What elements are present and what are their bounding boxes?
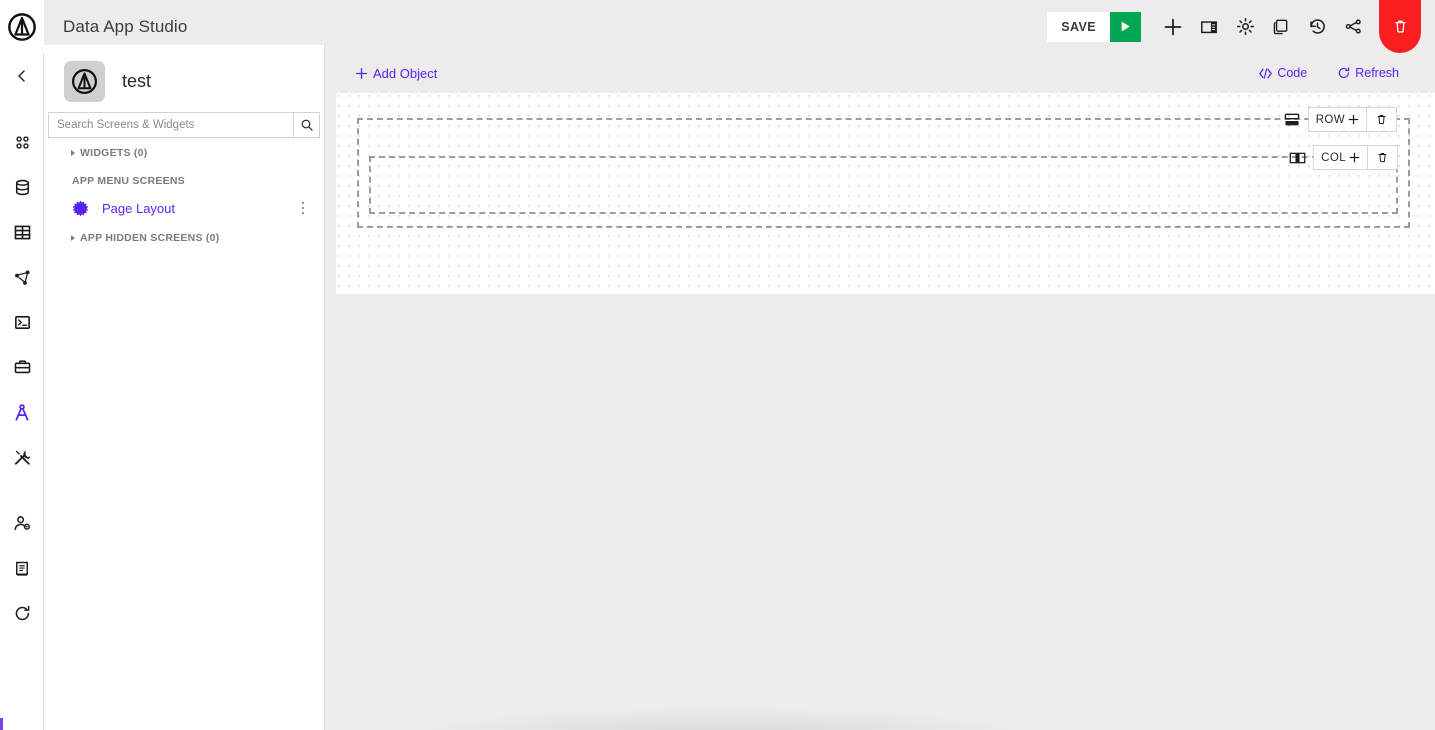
app-identity: test [44,45,324,112]
save-run-group: SAVE [1047,11,1141,42]
sidebar-item-data[interactable] [0,165,44,210]
starburst-icon [72,200,89,217]
delete-app-button[interactable] [1379,0,1421,53]
history-button[interactable] [1299,0,1335,53]
branch-button[interactable] [1335,0,1371,53]
panel-layout-icon [1201,20,1217,33]
kebab-menu-icon[interactable] [294,197,312,219]
trash-icon [1377,115,1386,125]
plus-icon [1349,152,1360,163]
duplicate-button[interactable] [1263,0,1299,53]
app-title: Data App Studio [63,16,188,36]
sidebar-item-studio[interactable] [0,390,44,435]
header-toolbar: SAVE [1047,0,1435,53]
add-object-button[interactable]: Add Object [355,66,437,81]
sidebar-item-tables[interactable] [0,210,44,255]
row-controls: ROW [1280,107,1397,132]
save-button[interactable]: SAVE [1047,11,1110,42]
user-settings-icon [14,516,30,531]
code-brackets-icon [1258,67,1273,80]
canvas-toolbar: Add Object Code Refresh [325,56,1435,90]
rows-layout-icon [1280,107,1304,132]
app-menu-screens-label: APP MENU SCREENS [72,175,185,187]
compass-icon [15,403,29,420]
table-icon [14,225,30,240]
row-label: ROW [1315,113,1345,126]
code-label: Code [1277,66,1308,80]
sidebar-item-users[interactable] [0,501,44,546]
ampersand-circle-logo-icon [8,12,36,41]
refresh-icon [15,605,29,621]
screen-item-label: Page Layout [102,200,176,216]
trash-icon [1394,20,1406,33]
caret-right-icon [71,150,75,156]
play-icon [1121,21,1130,32]
screen-item-page-layout[interactable]: Page Layout [44,193,324,223]
search-button[interactable] [293,112,320,138]
delete-column-button[interactable] [1368,145,1398,170]
app-avatar[interactable] [64,61,105,102]
add-object-label: Add Object [373,65,438,81]
copy-icon [1273,19,1288,34]
collapse-chevron-left-icon [18,69,25,82]
add-icon [1164,18,1182,35]
column-container[interactable]: COL [369,145,1398,214]
code-button[interactable]: Code [1258,66,1307,80]
app-name: test [122,71,152,91]
brand-logo[interactable] [0,0,44,53]
ampersand-circle-logo-icon [72,69,97,94]
delete-row-button[interactable] [1367,107,1397,132]
add-button[interactable] [1155,0,1191,53]
caret-right-icon [71,235,75,241]
widgets-section-toggle[interactable]: WIDGETS (0) [44,138,324,165]
database-icon [15,179,29,196]
history-icon [1309,19,1325,34]
toolbox-icon [14,360,30,374]
refresh-label: Refresh [1355,66,1399,80]
widgets-section-label: WIDGETS (0) [80,147,148,159]
sidebar-item-docs[interactable] [0,546,44,591]
screens-explorer-panel: test WIDGETS (0) APP MENU SCREENS Page [44,45,325,730]
plus-icon [355,67,368,80]
sidebar-item-refresh[interactable] [0,591,44,636]
bottom-panel-shadow [420,708,1020,730]
sidebar-item-collapse[interactable] [0,53,44,98]
plus-icon [1348,114,1359,125]
column-label: COL [1321,151,1346,164]
rail-active-indicator [0,718,3,730]
book-icon [16,561,28,576]
add-row-button[interactable]: ROW [1307,107,1367,132]
data-app-studio-window: Data App Studio SAVE test Search Screens… [0,0,1435,730]
canvas-toolbar-actions: Code Refresh [1228,66,1435,80]
sidebar-item-apps[interactable] [0,120,44,165]
branch-icon [1345,19,1361,34]
hidden-screens-section-toggle[interactable]: APP HIDDEN SCREENS (0) [44,223,324,250]
add-column-button[interactable]: COL [1313,145,1368,170]
column-controls: COL [1285,145,1398,170]
search-row [48,112,320,138]
run-button[interactable] [1110,11,1141,42]
settings-button[interactable] [1227,0,1263,53]
sidebar-item-toolbox[interactable] [0,345,44,390]
search-input[interactable] [48,112,293,138]
search-icon [301,119,313,131]
panel-layout-button[interactable] [1191,0,1227,53]
sidebar-item-graph[interactable] [0,255,44,300]
left-icon-rail [0,53,44,730]
hidden-screens-label: APP HIDDEN SCREENS (0) [80,232,220,244]
refresh-button[interactable]: Refresh [1337,66,1399,80]
terminal-icon [14,315,30,330]
row-container[interactable]: ROW COL [357,107,1410,228]
graph-network-icon [14,270,30,285]
sidebar-item-terminal[interactable] [0,300,44,345]
refresh-icon [1337,66,1351,80]
tools-icon [14,450,30,465]
apps-grid-icon [15,136,29,149]
layout-canvas[interactable]: ROW COL [336,93,1435,294]
trash-icon [1378,153,1387,163]
columns-layout-icon [1285,145,1309,170]
sidebar-item-tools[interactable] [0,435,44,480]
gear-icon [1236,17,1254,36]
